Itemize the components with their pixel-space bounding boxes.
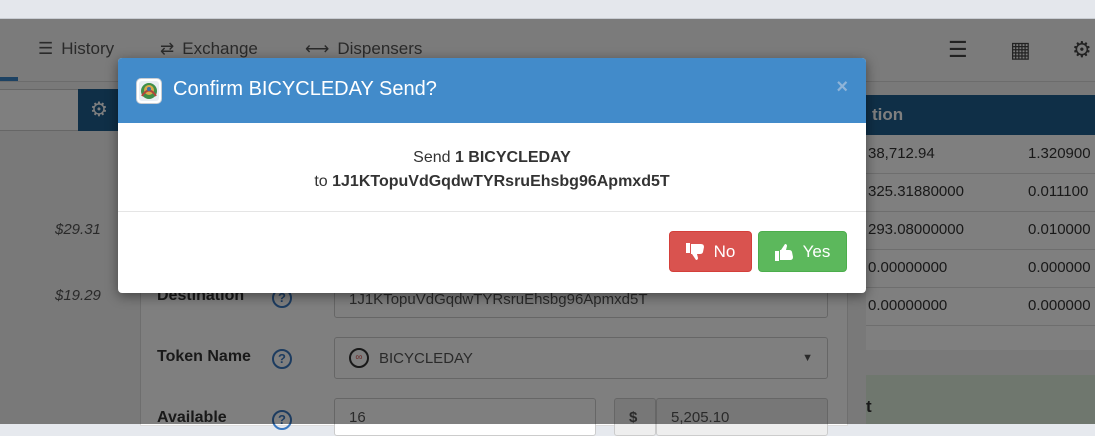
destination-line: to 1J1KTopuVdGqdwTYRsruEhsbg96Apmxd5T: [314, 173, 670, 190]
thumbs-up-icon: [774, 243, 793, 261]
confirm-send-dialog: Confirm BICYCLEDAY Send? × Send 1 BICYCL…: [118, 58, 866, 293]
send-amount: 1 BICYCLEDAY: [454, 149, 571, 166]
bicycleday-token-icon: [136, 78, 162, 104]
dialog-title: Confirm BICYCLEDAY Send?: [173, 78, 437, 100]
send-line: Send 1 BICYCLEDAY: [413, 149, 571, 166]
destination-address: 1J1KTopuVdGqdwTYRsruEhsbg96Apmxd5T: [332, 173, 670, 190]
dialog-body: Send 1 BICYCLEDAY to 1J1KTopuVdGqdwTYRsr…: [118, 123, 866, 212]
yes-button[interactable]: Yes: [758, 231, 847, 272]
close-icon[interactable]: ×: [836, 76, 848, 99]
thumbs-down-icon: [685, 242, 704, 260]
dialog-header: Confirm BICYCLEDAY Send? ×: [118, 58, 866, 123]
no-button[interactable]: No: [669, 231, 752, 272]
dialog-footer: No Yes: [118, 212, 866, 292]
browser-top-strip: [0, 0, 1095, 19]
